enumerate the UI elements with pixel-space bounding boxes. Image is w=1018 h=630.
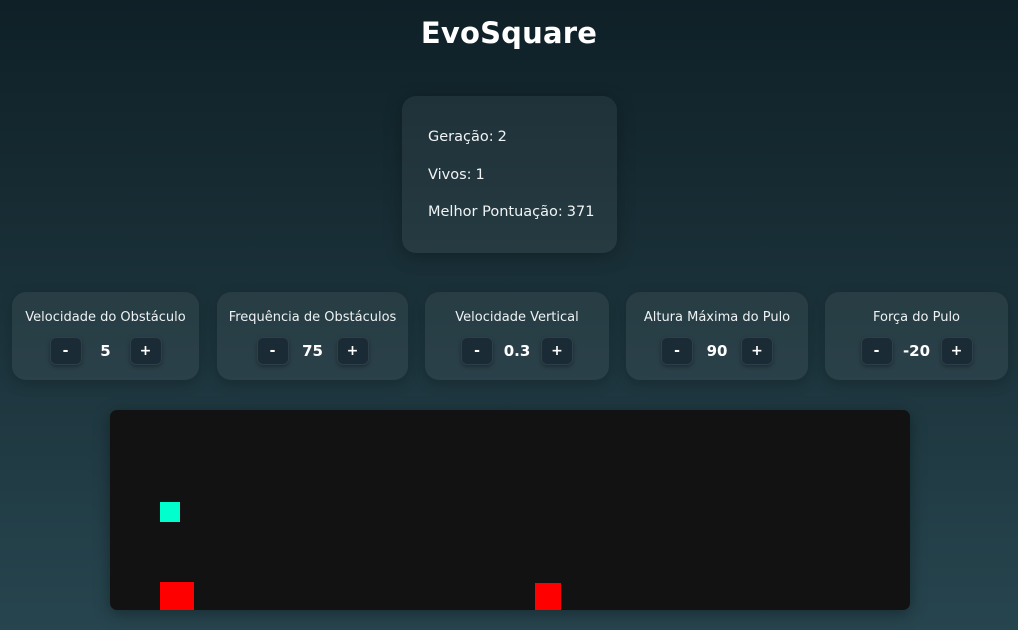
best-score-stat: Melhor Pontuação: 371 xyxy=(428,204,594,220)
control-stepper: - 90 + xyxy=(626,336,808,366)
control-stepper: - 0.3 + xyxy=(425,336,609,366)
increase-button[interactable]: + xyxy=(336,337,369,365)
control-value: 5 xyxy=(100,342,111,360)
increase-button[interactable]: + xyxy=(541,337,573,365)
increase-button[interactable]: + xyxy=(741,337,773,365)
control-label: Frequência de Obstáculos xyxy=(228,310,397,325)
control-value: 0.3 xyxy=(503,342,531,360)
alive-label: Vivos: xyxy=(428,167,472,183)
control-value: -20 xyxy=(902,342,931,360)
alive-stat: Vivos: 1 xyxy=(428,167,485,183)
decrease-button[interactable]: - xyxy=(661,337,693,365)
app-title: EvoSquare xyxy=(420,16,598,50)
control-stepper: - 5 + xyxy=(12,336,199,366)
decrease-button[interactable]: - xyxy=(860,337,893,365)
player-square xyxy=(160,502,180,522)
generation-stat: Geração: 2 xyxy=(428,129,507,145)
generation-value: 2 xyxy=(497,129,507,145)
control-label: Força do Pulo xyxy=(872,310,961,325)
decrease-button[interactable]: - xyxy=(256,337,289,365)
control-stepper: - -20 + xyxy=(825,336,1008,366)
increase-button[interactable]: + xyxy=(129,337,162,365)
control-obstacle-frequency: Frequência de Obstáculos - 75 + xyxy=(217,292,408,380)
control-label: Altura Máxima do Pulo xyxy=(643,310,791,325)
generation-label: Geração: xyxy=(428,129,494,145)
control-value: 75 xyxy=(302,342,323,360)
control-jump-force: Força do Pulo - -20 + xyxy=(825,292,1008,380)
control-stepper: - 75 + xyxy=(217,336,408,366)
decrease-button[interactable]: - xyxy=(461,337,493,365)
alive-value: 1 xyxy=(475,167,485,183)
best-score-value: 371 xyxy=(566,204,595,220)
game-canvas[interactable] xyxy=(110,410,910,610)
control-vertical-speed: Velocidade Vertical - 0.3 + xyxy=(425,292,609,380)
best-score-label: Melhor Pontuação: xyxy=(428,204,563,220)
obstacle-block xyxy=(535,583,561,610)
control-value: 90 xyxy=(706,342,728,360)
increase-button[interactable]: + xyxy=(940,337,973,365)
stats-panel: Geração: 2 Vivos: 1 Melhor Pontuação: 371 xyxy=(402,96,617,253)
control-label: Velocidade do Obstáculo xyxy=(25,310,186,325)
control-obstacle-speed: Velocidade do Obstáculo - 5 + xyxy=(12,292,199,380)
control-label: Velocidade Vertical xyxy=(455,310,579,325)
decrease-button[interactable]: - xyxy=(49,337,82,365)
control-max-jump-height: Altura Máxima do Pulo - 90 + xyxy=(626,292,808,380)
obstacle-block xyxy=(160,582,194,610)
